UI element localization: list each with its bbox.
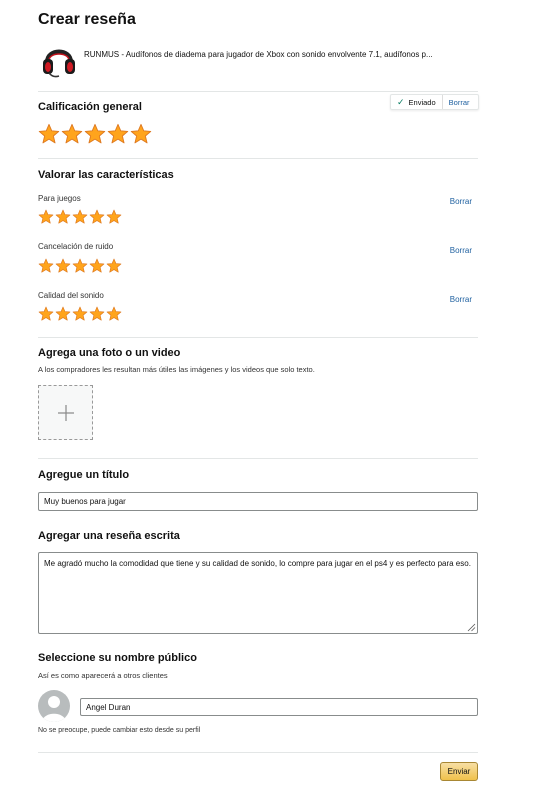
star-icon[interactable] (38, 209, 54, 224)
feature-clear-gaming[interactable]: Borrar (450, 197, 472, 206)
features-heading: Valorar las características (38, 169, 174, 181)
resize-grip-icon[interactable] (467, 623, 476, 632)
review-title-input[interactable] (38, 492, 478, 511)
page-title: Crear reseña (38, 11, 136, 28)
star-icon[interactable] (130, 123, 152, 144)
public-name-input[interactable] (80, 698, 478, 716)
add-media-button[interactable] (38, 385, 93, 440)
star-icon[interactable] (106, 209, 122, 224)
star-icon[interactable] (55, 258, 71, 273)
star-icon[interactable] (38, 306, 54, 321)
public-name-note: No se preocupe, puede cambiar esto desde… (38, 727, 201, 734)
feature-star-rating-noise-cancel[interactable] (38, 258, 122, 273)
media-subtitle: A los compradores les resultan más útile… (38, 365, 315, 374)
review-text-area[interactable]: Me agradó mucho la comodidad que tiene y… (38, 552, 478, 634)
star-icon[interactable] (38, 123, 60, 144)
feature-label-sound-quality: Calidad del sonido (38, 291, 104, 300)
divider (38, 752, 478, 753)
star-icon[interactable] (55, 306, 71, 321)
review-text: Me agradó mucho la comodidad que tiene y… (44, 559, 471, 568)
product-title: RUNMUS - Audífonos de diadema para jugad… (84, 50, 433, 59)
public-name-heading: Seleccione su nombre público (38, 652, 197, 664)
feature-star-rating-sound-quality[interactable] (38, 306, 122, 321)
user-icon (42, 696, 66, 722)
star-icon[interactable] (72, 209, 88, 224)
product-summary: RUNMUS - Audífonos de diadema para jugad… (38, 40, 478, 80)
sent-label: Enviado (408, 97, 436, 107)
star-icon[interactable] (107, 123, 129, 144)
star-icon[interactable] (61, 123, 83, 144)
overall-clear-link[interactable]: Borrar (443, 98, 470, 107)
divider (38, 91, 478, 92)
star-icon[interactable] (55, 209, 71, 224)
feature-star-rating-gaming[interactable] (38, 209, 122, 224)
divider (38, 337, 478, 338)
star-icon[interactable] (72, 306, 88, 321)
star-icon[interactable] (106, 306, 122, 321)
feature-clear-sound-quality[interactable]: Borrar (450, 295, 472, 304)
feature-label-gaming: Para juegos (38, 194, 81, 203)
title-heading: Agregue un título (38, 469, 130, 481)
overall-status-box: ✓ Enviado Borrar (390, 94, 479, 110)
overall-rating-heading: Calificación general (38, 101, 142, 113)
star-icon[interactable] (89, 258, 105, 273)
submit-button[interactable]: Enviar (440, 762, 478, 781)
plus-icon (57, 404, 74, 421)
star-icon[interactable] (84, 123, 106, 144)
overall-star-rating[interactable] (38, 123, 152, 144)
checkmark-icon: ✓ (397, 96, 405, 107)
divider (38, 158, 478, 159)
headset-product-image (43, 49, 75, 78)
sent-status: ✓ Enviado (391, 95, 443, 109)
star-icon[interactable] (72, 258, 88, 273)
divider (38, 458, 478, 459)
star-icon[interactable] (89, 209, 105, 224)
star-icon[interactable] (38, 258, 54, 273)
review-heading: Agregar una reseña escrita (38, 530, 180, 542)
feature-clear-noise-cancel[interactable]: Borrar (450, 246, 472, 255)
public-name-subtitle: Así es como aparecerá a otros clientes (38, 671, 168, 680)
media-heading: Agrega una foto o un video (38, 347, 181, 359)
feature-label-noise-cancel: Cancelación de ruido (38, 242, 114, 251)
avatar (38, 690, 70, 722)
star-icon[interactable] (89, 306, 105, 321)
star-icon[interactable] (106, 258, 122, 273)
